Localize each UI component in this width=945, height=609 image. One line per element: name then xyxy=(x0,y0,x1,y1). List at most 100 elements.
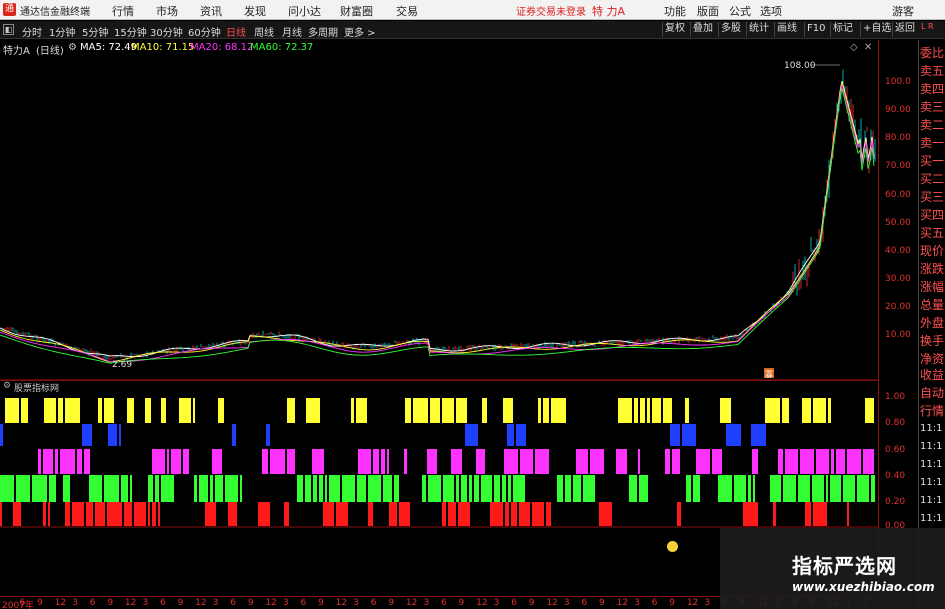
indicator-settings-icon[interactable]: ⚙ xyxy=(3,381,11,391)
event-marker-label: 寡 xyxy=(765,369,773,379)
indicator-bar xyxy=(55,449,58,474)
indicator-bar xyxy=(428,475,441,502)
time-tick: 9 xyxy=(107,598,114,608)
panel-mode-icon[interactable]: L R xyxy=(921,22,945,38)
indicator-bar xyxy=(798,475,810,502)
quote-item: 涨跌 xyxy=(920,262,945,276)
indicator-bar xyxy=(696,449,710,474)
indicator-bar xyxy=(513,475,525,502)
indicator-bar xyxy=(465,424,478,446)
time-tick: 3 xyxy=(353,598,359,608)
indicator-bar xyxy=(813,398,826,423)
indicator-bar xyxy=(58,398,63,423)
indicator-bar xyxy=(503,398,513,423)
smiley-icon[interactable] xyxy=(667,541,678,552)
guest-label[interactable]: 游客 xyxy=(892,3,914,19)
indicator-bar xyxy=(104,398,114,423)
indicator-bar xyxy=(693,475,700,502)
indicator-bar xyxy=(865,398,874,423)
indicator-bar xyxy=(65,502,70,526)
indicator-bar xyxy=(831,449,834,474)
indicator-bar xyxy=(82,424,92,446)
indicator-bar xyxy=(427,449,437,474)
time-tick: 6 xyxy=(651,598,658,608)
indicator-bar xyxy=(148,502,150,526)
indicator-bar xyxy=(130,475,132,502)
indicator-bar xyxy=(652,398,661,423)
quote-sub-item[interactable]: 自动 xyxy=(920,386,945,400)
indicator-bar xyxy=(297,475,303,502)
quote-item: 卖一 xyxy=(920,136,945,150)
indicator-bar xyxy=(647,398,650,423)
indicator-bar xyxy=(342,475,355,502)
indicator-bar xyxy=(49,475,56,502)
indicator-bar xyxy=(336,502,348,526)
indicator-bar xyxy=(155,475,159,502)
time-tick: 12 xyxy=(195,598,207,608)
indicator-bar xyxy=(753,475,755,502)
time-tick: 6 xyxy=(230,598,236,608)
time-tick: 3 xyxy=(704,598,711,608)
indicator-bar xyxy=(494,475,500,502)
time-tick: 12 xyxy=(476,598,488,608)
indicator-bar xyxy=(43,502,46,526)
indicator-bar xyxy=(511,502,517,526)
indicator-bar xyxy=(194,475,197,502)
indicator-bar xyxy=(765,398,780,423)
indicator-bar xyxy=(394,475,399,502)
quote-item: 外盘 xyxy=(920,316,945,330)
indicator-bar xyxy=(590,449,604,474)
time-tick: 6 xyxy=(19,598,26,608)
indicator-bar xyxy=(778,449,783,474)
indicator-bar xyxy=(816,449,829,474)
indicator-bar xyxy=(785,449,798,474)
indicator-bar xyxy=(63,475,70,502)
indicator-bar xyxy=(826,475,828,502)
time-tick: 6 xyxy=(370,598,377,608)
app-window: 通 通达信金融终端 行情 市场 资讯 发现 问小达 财富圈 交易 证券交易未登录… xyxy=(0,0,945,609)
indicator-bar xyxy=(576,449,588,474)
time-tick: 6 xyxy=(300,598,307,608)
time-tick: 3 xyxy=(72,598,78,608)
indicator-bar xyxy=(451,449,462,474)
indicator-bar xyxy=(329,475,340,502)
indicator-bar xyxy=(32,475,47,502)
indicator-bar xyxy=(357,475,366,502)
indicator-bar xyxy=(748,475,751,502)
price-tick: 90.00 xyxy=(885,105,911,115)
indicator-bar xyxy=(16,475,30,502)
chart-area[interactable]: 108.00 2.69 寡 xyxy=(0,0,878,596)
indicator-bar xyxy=(98,398,102,423)
indicator-bar xyxy=(551,398,566,423)
quote-sub-item[interactable]: 行情 xyxy=(920,404,945,418)
time-tick: 6 xyxy=(441,598,447,608)
indicator-bar xyxy=(383,475,392,502)
indicator-bar xyxy=(507,424,514,446)
indicator-bar xyxy=(782,398,789,423)
indicator-bar xyxy=(108,424,117,446)
indicator-bar xyxy=(210,475,213,502)
indicator-bar xyxy=(381,449,385,474)
time-tick: 3 xyxy=(634,598,640,608)
price-tick: 100.0 xyxy=(885,77,911,87)
time-tick: 6 xyxy=(511,598,517,608)
indicator-bar xyxy=(351,398,354,423)
time-tick: 3 xyxy=(212,598,219,608)
time-tick: 6 xyxy=(160,598,166,608)
indicator-bar xyxy=(482,398,487,423)
indicator-bar xyxy=(95,502,105,526)
btn-back[interactable]: 返回 xyxy=(892,22,917,37)
indicator-bar xyxy=(682,424,696,446)
indicator-bar xyxy=(535,449,549,474)
indicator-bar xyxy=(319,475,323,502)
indicator-bar xyxy=(266,424,270,446)
indicator-bar xyxy=(532,502,544,526)
indicator-bar xyxy=(212,449,222,474)
indicator-bar xyxy=(718,475,732,502)
quote-item: 卖二 xyxy=(920,118,945,132)
indicator-bar xyxy=(5,398,19,423)
time-tick: 12 xyxy=(546,598,558,608)
time-tick: 2007年 xyxy=(2,601,34,609)
indicator-bar xyxy=(119,424,121,446)
indicator-bar xyxy=(638,449,640,474)
